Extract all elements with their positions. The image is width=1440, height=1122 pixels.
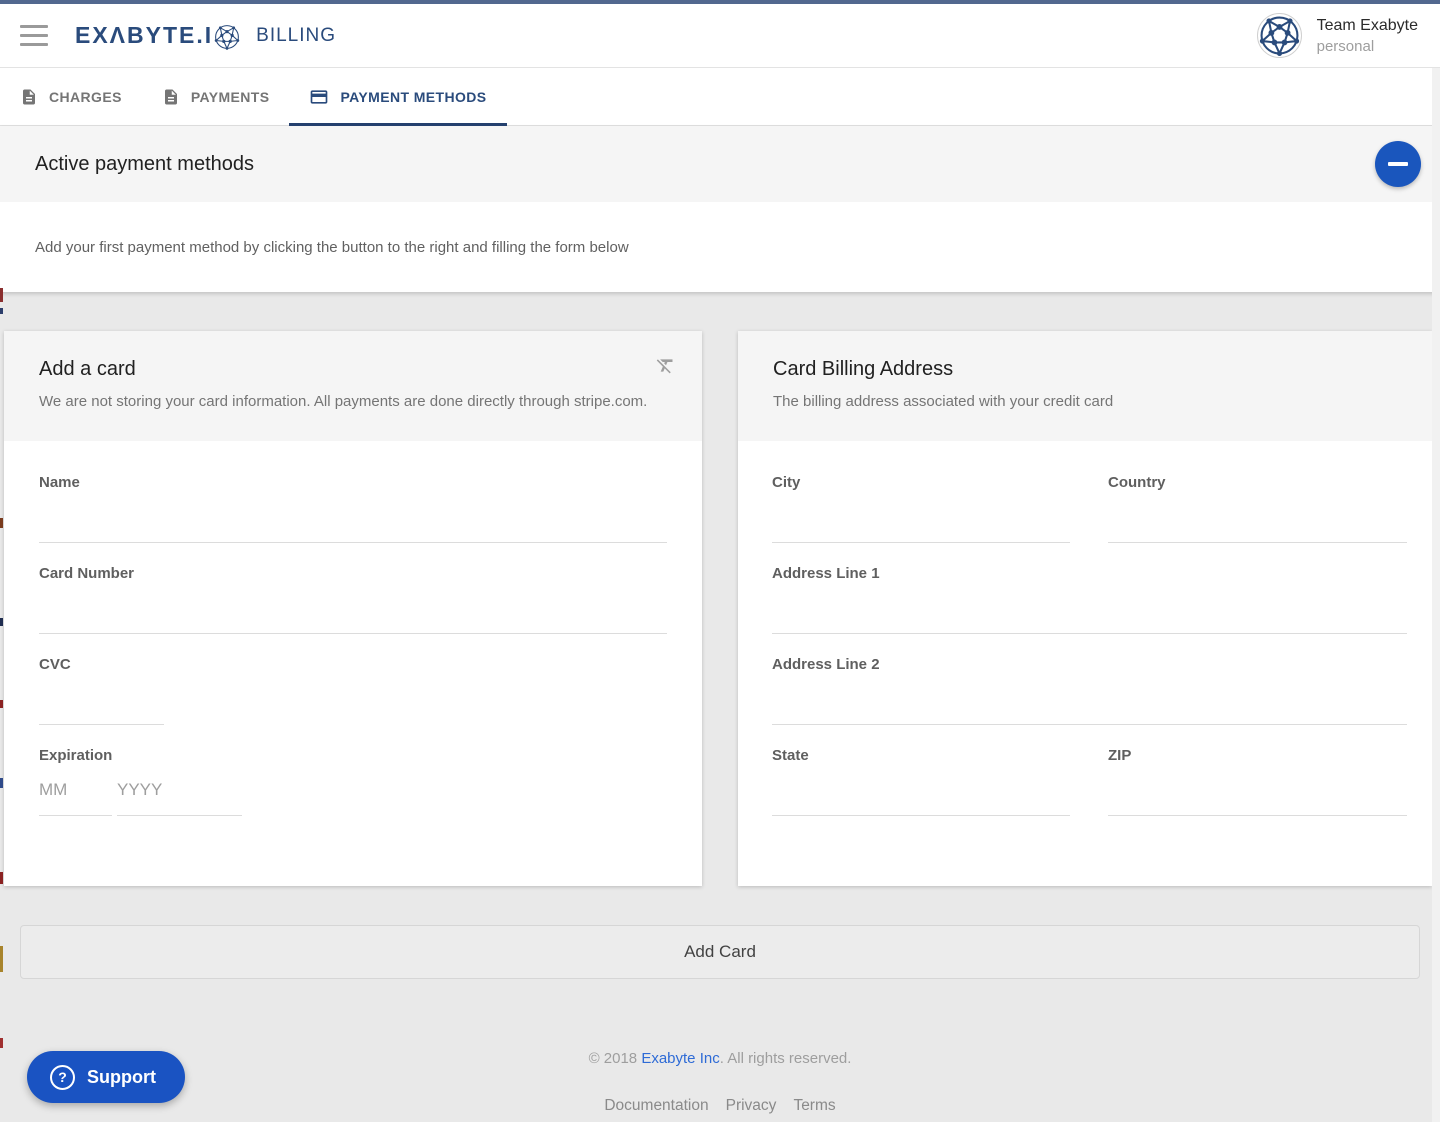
active-payment-methods-panel: Active payment methods Add your first pa… [0,126,1440,292]
cvc-label: CVC [39,656,667,673]
state-field: State [772,747,1070,816]
address2-input[interactable] [772,673,1407,725]
zip-input[interactable] [1108,764,1407,816]
cvc-field: CVC [39,656,667,725]
add-card-form: Add a card We are not storing your card … [4,331,702,886]
card-number-input[interactable] [39,582,667,634]
tab-label: PAYMENT METHODS [340,89,486,105]
app-header: EXΛBYTE.I BILLING [0,4,1440,68]
card-number-label: Card Number [39,565,667,582]
tab-label: PAYMENTS [191,89,270,105]
documentation-link[interactable]: Documentation [604,1097,708,1115]
country-field: Country [1108,474,1407,565]
team-avatar [1257,13,1302,58]
add-card-button[interactable]: Add Card [20,925,1420,979]
support-label: Support [87,1067,156,1088]
panel-header: Active payment methods [0,126,1440,202]
tab-label: CHARGES [49,89,122,105]
terms-link[interactable]: Terms [793,1097,835,1115]
support-button[interactable]: ? Support [27,1051,185,1103]
billing-tabbar: CHARGES PAYMENTS PAYMENT METHODS [0,68,1440,126]
billing-address-header: Card Billing Address The billing address… [738,331,1432,441]
state-label: State [772,747,1070,764]
country-label: Country [1108,474,1407,491]
billing-form-title: Card Billing Address [773,358,1404,381]
city-field: City [772,474,1070,543]
team-selector[interactable]: Team Exabyte personal [1257,13,1418,58]
minus-icon [1388,162,1408,166]
page-title: BILLING [256,25,336,47]
team-type: personal [1317,38,1418,55]
format-clear-icon [655,355,676,376]
footer-links: Documentation Privacy Terms [0,1097,1440,1115]
scrollbar-track[interactable] [1432,68,1440,1122]
exabyte-ball-icon [214,24,240,50]
credit-card-icon [309,87,329,107]
address1-label: Address Line 1 [772,565,1407,582]
hamburger-menu-icon[interactable] [20,25,48,46]
city-input[interactable] [772,491,1070,543]
name-label: Name [39,474,667,491]
expiration-year-input[interactable] [117,764,242,816]
tab-charges[interactable]: CHARGES [0,68,142,125]
expiration-field: Expiration [39,747,667,816]
name-input[interactable] [39,491,667,543]
add-card-header: Add a card We are not storing your card … [4,331,702,441]
address2-field: Address Line 2 [772,656,1407,725]
footer-copyright: © 2018 Exabyte Inc. All rights reserved. [0,1050,1440,1067]
expiration-month-input[interactable] [39,764,112,816]
expiration-label: Expiration [39,747,667,764]
card-form-title: Add a card [39,358,674,381]
collapse-button[interactable] [1375,141,1421,187]
billing-address-form: Card Billing Address The billing address… [738,331,1432,886]
state-input[interactable] [772,764,1070,816]
exabyte-logo[interactable]: EXΛBYTE.I [75,22,240,50]
help-icon: ? [50,1065,75,1090]
zip-field: ZIP [1108,747,1407,838]
privacy-link[interactable]: Privacy [726,1097,777,1115]
card-number-field: Card Number [39,565,667,634]
city-label: City [772,474,1070,491]
billing-address-body: City Country Address Line 1 Address Line… [738,441,1432,886]
add-card-body: Name Card Number CVC Expiration [4,441,702,864]
company-link[interactable]: Exabyte Inc [641,1050,719,1067]
expiration-inputs [39,764,667,816]
copyright-prefix: © 2018 [589,1050,642,1067]
panel-title: Active payment methods [35,153,254,176]
country-input[interactable] [1108,491,1407,543]
cvc-input[interactable] [39,673,164,725]
address2-label: Address Line 2 [772,656,1407,673]
city-country-row: City Country [772,474,1407,565]
team-name: Team Exabyte [1317,17,1418,35]
clear-form-button[interactable] [651,351,680,383]
state-zip-row: State ZIP [772,747,1407,838]
logo-text: EXΛBYTE.I [75,22,213,49]
zip-label: ZIP [1108,747,1407,764]
payment-forms-row: Add a card We are not storing your card … [4,331,1432,886]
document-icon [20,88,38,106]
billing-form-subtitle: The billing address associated with your… [773,393,1404,410]
name-field: Name [39,474,667,543]
team-ball-icon [1259,15,1300,56]
panel-description: Add your first payment method by clickin… [0,202,1440,292]
card-form-subtitle: We are not storing your card information… [39,393,674,410]
address1-field: Address Line 1 [772,565,1407,634]
document-icon [162,88,180,106]
copyright-suffix: . All rights reserved. [720,1050,852,1067]
tab-payments[interactable]: PAYMENTS [142,68,290,125]
address1-input[interactable] [772,582,1407,634]
tab-payment-methods[interactable]: PAYMENT METHODS [289,68,506,125]
